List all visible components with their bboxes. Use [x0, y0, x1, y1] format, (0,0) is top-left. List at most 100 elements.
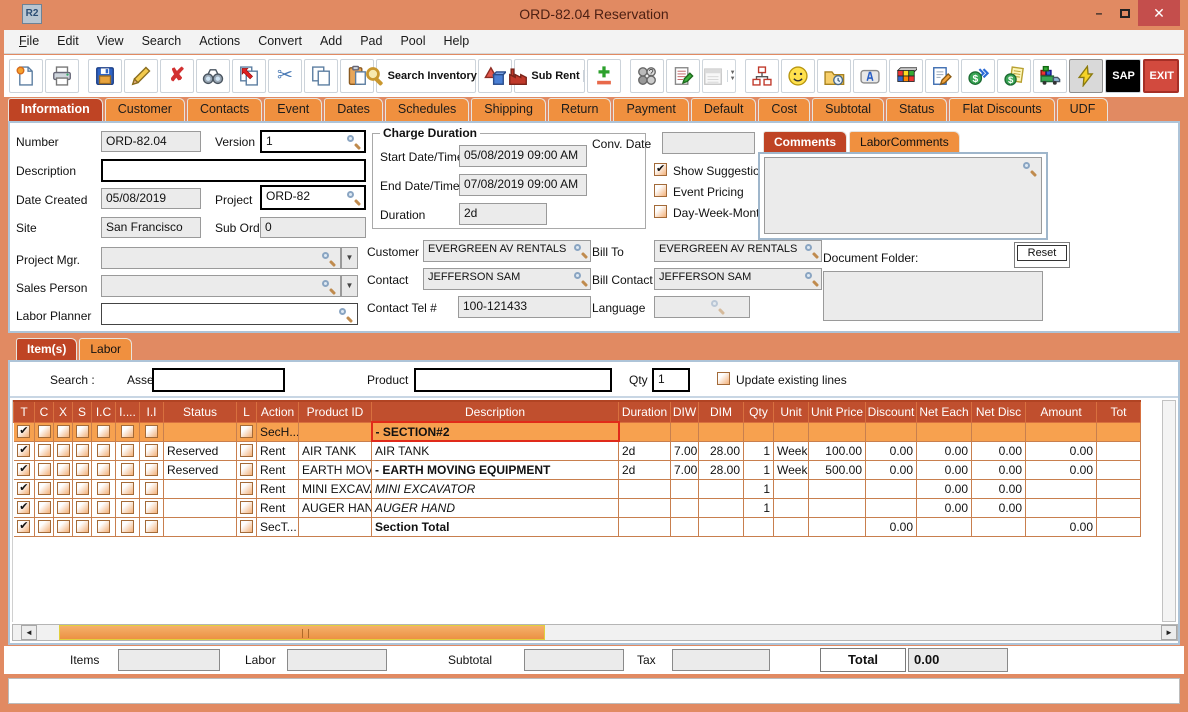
row-checkbox[interactable] — [145, 444, 158, 457]
show-suggestions-checkbox[interactable] — [654, 163, 667, 176]
tab-labor[interactable]: Labor — [79, 338, 132, 360]
row-checkbox[interactable] — [17, 463, 30, 476]
project-mgr-field[interactable] — [101, 247, 341, 269]
menu-file[interactable]: File — [10, 30, 48, 48]
sales-person-dropdown-button[interactable]: ▼ — [341, 275, 358, 297]
project-mgr-dropdown-button[interactable]: ▼ — [341, 247, 358, 269]
column-header[interactable]: I.I — [140, 401, 164, 422]
bill-to-lookup-icon[interactable] — [804, 243, 819, 258]
calendar-button[interactable]: ▼▼ — [702, 59, 736, 93]
row-checkbox[interactable] — [38, 463, 51, 476]
smiley-button[interactable] — [781, 59, 815, 93]
column-header[interactable]: Net Each — [917, 401, 972, 422]
minimize-button[interactable]: – — [1086, 6, 1112, 23]
unit-price-cell[interactable] — [809, 422, 866, 441]
comments-field[interactable] — [764, 157, 1042, 234]
qty-cell[interactable]: 1 — [744, 441, 774, 460]
row-checkbox[interactable] — [57, 444, 70, 457]
row-checkbox[interactable] — [38, 501, 51, 514]
column-header[interactable]: Action — [257, 401, 299, 422]
project-lookup-icon[interactable] — [346, 190, 361, 205]
row-checkbox[interactable] — [121, 520, 134, 533]
dollar-invoice-button[interactable]: $ — [997, 59, 1031, 93]
table-row[interactable]: SecT...Section Total0.000.00 — [14, 517, 1141, 536]
unit-cell[interactable] — [774, 479, 809, 498]
tab-contacts[interactable]: Contacts — [187, 98, 262, 121]
menu-convert[interactable]: Convert — [249, 30, 311, 48]
row-checkbox[interactable] — [121, 463, 134, 476]
row-checkbox[interactable] — [97, 444, 110, 457]
column-header[interactable]: S — [73, 401, 92, 422]
sub-rent-button[interactable]: Sub Rent▼▼ — [514, 59, 584, 93]
contact-lookup-icon[interactable] — [573, 271, 588, 286]
sap-button[interactable]: SAP — [1105, 59, 1141, 93]
qty-cell[interactable]: 1 — [744, 498, 774, 517]
row-checkbox[interactable] — [97, 425, 110, 438]
row-checkbox[interactable] — [76, 482, 89, 495]
column-header[interactable]: I.C — [92, 401, 116, 422]
labor-planner-field[interactable] — [101, 303, 358, 325]
row-checkbox[interactable] — [240, 501, 253, 514]
unit-price-cell[interactable] — [809, 517, 866, 536]
customer-field[interactable]: EVERGREEN AV RENTALS — [423, 240, 591, 262]
row-checkbox[interactable] — [76, 425, 89, 438]
tab-customer[interactable]: Customer — [105, 98, 185, 121]
description-cell[interactable]: - SECTION#2 — [372, 422, 619, 441]
row-checkbox[interactable] — [145, 425, 158, 438]
unit-price-cell[interactable]: 500.00 — [809, 460, 866, 479]
status-cell[interactable] — [164, 479, 237, 498]
diw-cell[interactable]: 7.00 — [671, 441, 699, 460]
product-id-cell[interactable] — [299, 422, 372, 441]
menu-help[interactable]: Help — [435, 30, 479, 48]
unit-price-cell[interactable]: 100.00 — [809, 441, 866, 460]
column-header[interactable]: Tot — [1097, 401, 1141, 422]
description-field[interactable] — [101, 159, 366, 182]
diw-cell[interactable] — [671, 479, 699, 498]
row-checkbox[interactable] — [76, 501, 89, 514]
project-mgr-lookup-icon[interactable] — [321, 251, 336, 266]
product-id-cell[interactable]: AUGER HAND — [299, 498, 372, 517]
duration-cell[interactable] — [619, 517, 671, 536]
action-cell[interactable]: SecT... — [257, 517, 299, 536]
menu-view[interactable]: View — [88, 30, 133, 48]
description-cell[interactable]: MINI EXCAVATOR — [372, 479, 619, 498]
row-checkbox[interactable] — [17, 501, 30, 514]
row-checkbox[interactable] — [57, 425, 70, 438]
day-week-month-pricing-checkbox[interactable] — [654, 205, 667, 218]
net-each-cell[interactable]: 0.00 — [917, 441, 972, 460]
row-checkbox[interactable] — [145, 482, 158, 495]
comments-lookup-icon[interactable] — [1022, 161, 1037, 176]
status-cell[interactable]: Reserved — [164, 441, 237, 460]
notes-button[interactable] — [666, 59, 700, 93]
close-button[interactable]: ✕ — [1138, 0, 1180, 26]
column-header[interactable]: Duration — [619, 401, 671, 422]
column-header[interactable]: X — [54, 401, 73, 422]
discount-cell[interactable]: 0.00 — [866, 517, 917, 536]
duration-cell[interactable] — [619, 479, 671, 498]
tab-status[interactable]: Status — [886, 98, 947, 121]
row-checkbox[interactable] — [121, 425, 134, 438]
row-checkbox[interactable] — [38, 425, 51, 438]
product-id-cell[interactable]: AIR TANK — [299, 441, 372, 460]
qty-input[interactable]: 1 — [652, 368, 690, 392]
unit-cell[interactable] — [774, 498, 809, 517]
unit-cell[interactable] — [774, 517, 809, 536]
menu-search[interactable]: Search — [133, 30, 191, 48]
tot-cell[interactable] — [1097, 517, 1141, 536]
duration-cell[interactable]: 2d — [619, 441, 671, 460]
crew-cube-button[interactable] — [889, 59, 923, 93]
cut-button[interactable]: ✂ — [268, 59, 302, 93]
qty-cell[interactable] — [744, 517, 774, 536]
find-button[interactable] — [196, 59, 230, 93]
tab-item-s-[interactable]: Item(s) — [16, 338, 77, 360]
maximize-button[interactable] — [1112, 6, 1138, 23]
tab-shipping[interactable]: Shipping — [471, 98, 546, 121]
row-checkbox[interactable] — [145, 501, 158, 514]
save-button[interactable] — [88, 59, 122, 93]
row-checkbox[interactable] — [145, 520, 158, 533]
column-header[interactable]: Discount — [866, 401, 917, 422]
tab-subtotal[interactable]: Subtotal — [812, 98, 884, 121]
status-cell[interactable] — [164, 498, 237, 517]
dollar-forward-button[interactable]: $ — [961, 59, 995, 93]
update-existing-lines-checkbox[interactable] — [717, 372, 730, 385]
